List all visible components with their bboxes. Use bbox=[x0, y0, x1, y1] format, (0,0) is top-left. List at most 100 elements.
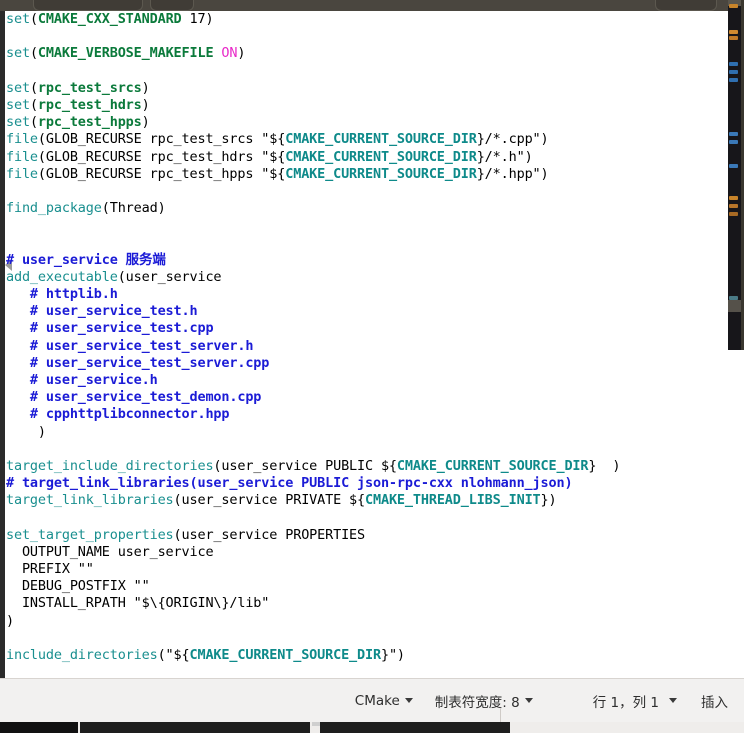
code-line: OUTPUT_NAME user_service bbox=[6, 544, 724, 561]
code-token: set_target_properties bbox=[6, 526, 174, 543]
code-line: set(rpc_test_srcs) bbox=[6, 80, 724, 97]
desktop-bottom-strip bbox=[0, 722, 744, 733]
code-line: # user_service_test_server.h bbox=[6, 338, 724, 355]
code-token: ) bbox=[237, 45, 246, 62]
code-line: INSTALL_RPATH "$\{ORIGIN\}/lib" bbox=[6, 595, 724, 612]
code-line: file(GLOB_RECURSE rpc_test_hpps "${CMAKE… bbox=[6, 166, 724, 183]
code-line: add_executable(user_service bbox=[6, 269, 724, 286]
code-line: # user_service_test_server.cpp bbox=[6, 355, 724, 372]
code-token: rpc_test_hdrs bbox=[37, 96, 142, 113]
code-token: file bbox=[6, 131, 38, 148]
minimap-mark bbox=[729, 296, 738, 300]
code-token: (GLOB_RECURSE rpc_test_hpps "${ bbox=[37, 165, 286, 182]
window-toolbar bbox=[0, 0, 744, 11]
chevron-down-icon bbox=[524, 698, 533, 703]
code-token: CMAKE_CURRENT_SOURCE_DIR bbox=[189, 646, 382, 663]
code-line: # user_service_test_demon.cpp bbox=[6, 389, 724, 406]
cursor-position-selector[interactable] bbox=[669, 698, 677, 703]
code-token: # cpphttplibconnector.hpp bbox=[6, 406, 230, 423]
tab-width-selector[interactable]: 制表符宽度: 8 bbox=[435, 691, 533, 711]
code-token: CMAKE_CXX_STANDARD bbox=[37, 11, 182, 27]
minimap-mark bbox=[729, 204, 738, 208]
code-token: # user_service 服务端 bbox=[6, 251, 166, 268]
code-line: # target_link_libraries(user_service PUB… bbox=[6, 475, 724, 492]
code-token: }/*.hpp") bbox=[476, 165, 549, 182]
desktop-panel-notch bbox=[312, 722, 320, 726]
code-token: (user_service PUBLIC ${ bbox=[213, 457, 397, 474]
code-line: PREFIX "" bbox=[6, 561, 724, 578]
chevron-down-icon bbox=[404, 698, 413, 703]
code-line: file(GLOB_RECURSE rpc_test_hdrs "${CMAKE… bbox=[6, 149, 724, 166]
code-line: # user_service 服务端 bbox=[6, 252, 724, 269]
code-token: set bbox=[6, 45, 30, 62]
code-token: # user_service_test.h bbox=[6, 303, 198, 320]
code-line: # user_service_test.h bbox=[6, 303, 724, 320]
cursor-position-text: 行 1，列 1 bbox=[592, 694, 659, 711]
code-token: ( bbox=[29, 114, 38, 131]
code-token: CMAKE_CURRENT_SOURCE_DIR bbox=[285, 131, 477, 148]
desktop-panel-left bbox=[0, 722, 78, 733]
code-token: (user_service bbox=[117, 268, 222, 285]
code-line: DEBUG_POSTFIX "" bbox=[6, 578, 724, 595]
code-editor[interactable]: set(CMAKE_CXX_STANDARD 17) set(CMAKE_VER… bbox=[0, 11, 744, 678]
code-token: set bbox=[6, 114, 30, 131]
minimap-mark bbox=[729, 62, 738, 66]
code-token: # user_service.h bbox=[6, 371, 158, 388]
minimap-mark bbox=[729, 78, 738, 82]
code-token: DEBUG_POSTFIX "" bbox=[6, 578, 150, 595]
code-line: # httplib.h bbox=[6, 286, 724, 303]
minimap-mark bbox=[729, 132, 738, 136]
insert-mode-label[interactable]: 插入 bbox=[701, 691, 728, 711]
code-token: INSTALL_RPATH "$\{ORIGIN\}/lib" bbox=[6, 595, 270, 612]
code-token: }") bbox=[380, 646, 405, 663]
code-token: (user_service PROPERTIES bbox=[173, 526, 366, 543]
code-token: PREFIX "" bbox=[6, 561, 94, 577]
code-token: find_package bbox=[6, 200, 102, 217]
code-token: # user_service_test_server.h bbox=[6, 337, 254, 354]
code-line: # cpphttplibconnector.hpp bbox=[6, 406, 724, 423]
code-token: (user_service PRIVATE ${ bbox=[173, 492, 366, 509]
toolbar-button-new[interactable] bbox=[150, 0, 194, 11]
minimap-mark bbox=[729, 70, 738, 74]
code-token: } ) bbox=[588, 457, 621, 474]
insert-mode-text: 插入 bbox=[701, 694, 728, 711]
tab-width-label: 制表符宽度: 8 bbox=[434, 694, 520, 711]
source-code-text[interactable]: set(CMAKE_CXX_STANDARD 17) set(CMAKE_VER… bbox=[6, 11, 724, 664]
minimap-mark bbox=[729, 36, 738, 40]
code-token: rpc_test_srcs bbox=[37, 79, 142, 96]
code-token: CMAKE_VERBOSE_MAKEFILE bbox=[37, 45, 214, 62]
code-token: CMAKE_CURRENT_SOURCE_DIR bbox=[285, 148, 477, 165]
code-token: }/*.h") bbox=[476, 148, 533, 165]
toolbar-button-menu[interactable] bbox=[655, 0, 717, 11]
code-token: # user_service_test_demon.cpp bbox=[6, 389, 262, 406]
code-token: ) bbox=[141, 96, 150, 113]
code-line: set(CMAKE_CXX_STANDARD 17) bbox=[6, 11, 724, 28]
status-bar: CMake 制表符宽度: 8 行 1，列 1 插入 bbox=[0, 678, 744, 723]
code-line: find_package(Thread) bbox=[6, 200, 724, 217]
code-token: ( bbox=[29, 11, 38, 27]
status-bar-divider bbox=[500, 709, 501, 723]
language-mode-selector[interactable]: CMake bbox=[355, 693, 413, 709]
minimap-mark bbox=[729, 4, 738, 8]
code-line: ) bbox=[6, 424, 724, 441]
code-line: file(GLOB_RECURSE rpc_test_srcs "${CMAKE… bbox=[6, 131, 724, 148]
code-token: CMAKE_THREAD_LIBS_INIT bbox=[365, 492, 541, 509]
code-token: ON bbox=[221, 45, 238, 62]
code-token: # target_link_libraries(user_service PUB… bbox=[6, 475, 573, 492]
code-token: ( bbox=[29, 45, 38, 62]
desktop-panel-right bbox=[320, 722, 510, 733]
code-token: target_link_libraries bbox=[6, 492, 174, 509]
code-token: ( bbox=[29, 96, 38, 113]
code-line: set(rpc_test_hdrs) bbox=[6, 97, 724, 114]
code-token: ("${ bbox=[157, 646, 190, 663]
code-line: set_target_properties(user_service PROPE… bbox=[6, 527, 724, 544]
toolbar-button-open[interactable] bbox=[33, 0, 143, 11]
code-token: set bbox=[6, 79, 30, 96]
code-token: OUTPUT_NAME user_service bbox=[6, 543, 214, 560]
code-line: target_include_directories(user_service … bbox=[6, 458, 724, 475]
minimap-overview-ruler[interactable] bbox=[728, 0, 744, 350]
